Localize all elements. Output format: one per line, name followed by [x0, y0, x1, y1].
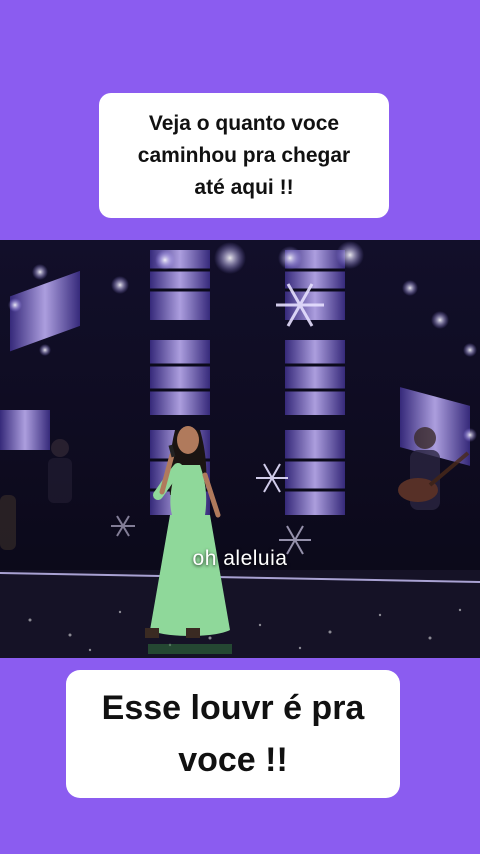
- top-caption-box: Veja o quanto voce caminhou pra chegar a…: [99, 93, 389, 218]
- bottom-caption-box: Esse louvr é pra voce !!: [66, 670, 400, 798]
- stage-scene: [0, 240, 480, 658]
- video-subtitle: oh aleluia: [192, 547, 288, 570]
- top-caption-text: Veja o quanto voce caminhou pra chegar a…: [137, 111, 351, 199]
- bottom-caption-text: Esse louvr é pra voce !!: [101, 689, 365, 779]
- video-player[interactable]: oh aleluia: [0, 240, 480, 658]
- stage-floor: [0, 570, 480, 658]
